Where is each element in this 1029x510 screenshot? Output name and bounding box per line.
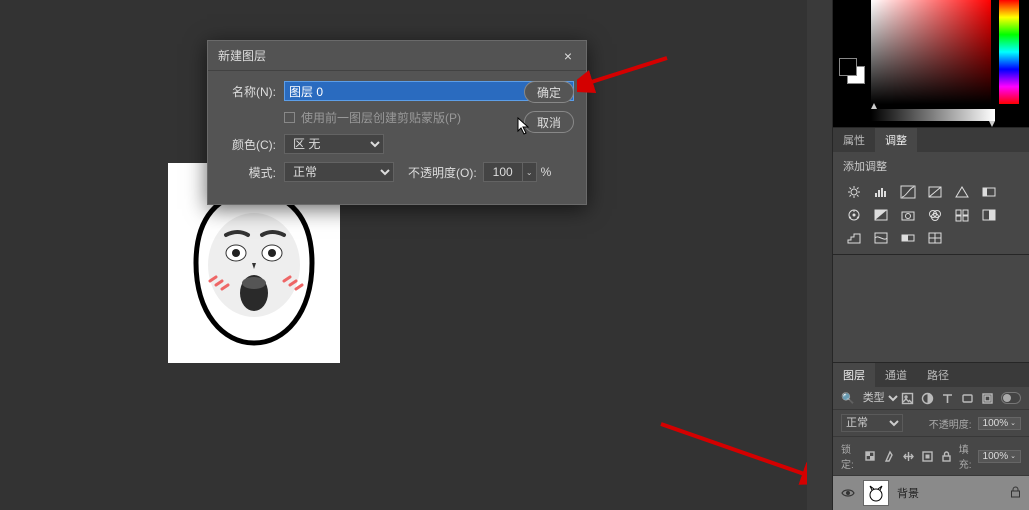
layer-lock-icon[interactable]	[1010, 486, 1021, 501]
lock-artboard-icon[interactable]	[921, 450, 934, 463]
new-layer-dialog: 新建图层 × 名称(N): 使用前一图层创建剪贴蒙版(P) 颜色(C): 区 无…	[207, 40, 587, 205]
photo-filter-icon[interactable]	[899, 207, 917, 223]
color-balance-icon[interactable]	[845, 207, 863, 223]
panel-spacer	[833, 255, 1029, 363]
tab-layers[interactable]: 图层	[833, 363, 875, 387]
filter-pixel-icon[interactable]	[901, 392, 914, 405]
filter-adjust-icon[interactable]	[921, 392, 934, 405]
blend-mode-select[interactable]: 正常	[284, 162, 394, 182]
tab-channels[interactable]: 通道	[875, 363, 917, 387]
layer-filter-kind[interactable]: 类型	[859, 391, 901, 405]
lock-all-icon[interactable]	[940, 450, 953, 463]
hue-sat-icon[interactable]	[980, 184, 998, 200]
color-label: 颜色(C):	[220, 136, 276, 153]
tab-properties[interactable]: 属性	[833, 128, 875, 152]
layer-name-label: 背景	[897, 485, 1002, 501]
lock-image-icon[interactable]	[883, 450, 896, 463]
brightness-contrast-icon[interactable]	[845, 184, 863, 200]
ok-button[interactable]: 确定	[524, 81, 574, 103]
cancel-button[interactable]: 取消	[524, 111, 574, 133]
layer-row-background[interactable]: 背景	[833, 476, 1029, 510]
opacity-input[interactable]	[483, 162, 523, 182]
panel-dock-area: 属性 调整 添加调整	[807, 0, 1029, 510]
dialog-titlebar[interactable]: 新建图层 ×	[208, 41, 586, 71]
layer-opacity-label: 不透明度:	[929, 416, 972, 431]
opacity-dropdown-icon[interactable]: ⌄	[523, 162, 537, 182]
color-select[interactable]: 区 无	[284, 134, 384, 154]
filter-smart-icon[interactable]	[981, 392, 994, 405]
layer-thumbnail[interactable]	[863, 480, 889, 506]
channel-mixer-icon[interactable]	[926, 207, 944, 223]
curves-icon[interactable]	[899, 184, 917, 200]
add-adjustment-label: 添加调整	[833, 152, 1029, 180]
posterize-icon[interactable]	[845, 230, 863, 246]
fill-value[interactable]: 100%⌄	[978, 450, 1021, 463]
lock-position-icon[interactable]	[902, 450, 915, 463]
brightness-strip[interactable]	[871, 109, 995, 121]
exposure-icon[interactable]	[926, 184, 944, 200]
gradient-map-icon[interactable]	[899, 230, 917, 246]
visibility-toggle-icon[interactable]	[841, 486, 855, 501]
lock-label: 锁定:	[841, 441, 854, 471]
adjustments-panel: 属性 调整 添加调整	[833, 128, 1029, 255]
color-picker-panel[interactable]	[833, 0, 1029, 128]
bw-icon[interactable]	[872, 207, 890, 223]
filter-toggle[interactable]	[1001, 392, 1021, 404]
levels-icon[interactable]	[872, 184, 890, 200]
color-field[interactable]	[871, 0, 991, 104]
threshold-icon[interactable]	[872, 230, 890, 246]
hue-slider[interactable]	[999, 0, 1019, 104]
opacity-label: 不透明度(O):	[408, 164, 477, 181]
layer-opacity-value[interactable]: 100%⌄	[978, 417, 1021, 430]
percent-label: %	[541, 165, 552, 179]
layers-panel: 图层 通道 路径 🔍 类型 正常	[833, 363, 1029, 510]
dialog-title: 新建图层	[218, 47, 266, 64]
color-lookup-icon[interactable]	[953, 207, 971, 223]
fill-label: 填充:	[959, 441, 972, 471]
filter-shape-icon[interactable]	[961, 392, 974, 405]
vibrance-icon[interactable]	[953, 184, 971, 200]
lock-transparent-icon[interactable]	[864, 450, 877, 463]
layer-blend-mode[interactable]: 正常	[841, 414, 903, 432]
search-icon[interactable]: 🔍	[841, 392, 855, 405]
foreground-color-swatch[interactable]	[839, 58, 857, 76]
selective-color-icon[interactable]	[926, 230, 944, 246]
name-label: 名称(N):	[220, 83, 276, 100]
clip-mask-label: 使用前一图层创建剪贴蒙版(P)	[301, 109, 461, 126]
clip-mask-checkbox[interactable]	[284, 112, 295, 123]
filter-type-icon[interactable]	[941, 392, 954, 405]
mode-label: 模式:	[220, 164, 276, 181]
tab-adjustments[interactable]: 调整	[875, 128, 917, 152]
invert-icon[interactable]	[980, 207, 998, 223]
panel-dock-strip[interactable]	[807, 0, 833, 510]
tab-paths[interactable]: 路径	[917, 363, 959, 387]
close-icon[interactable]: ×	[560, 48, 576, 64]
